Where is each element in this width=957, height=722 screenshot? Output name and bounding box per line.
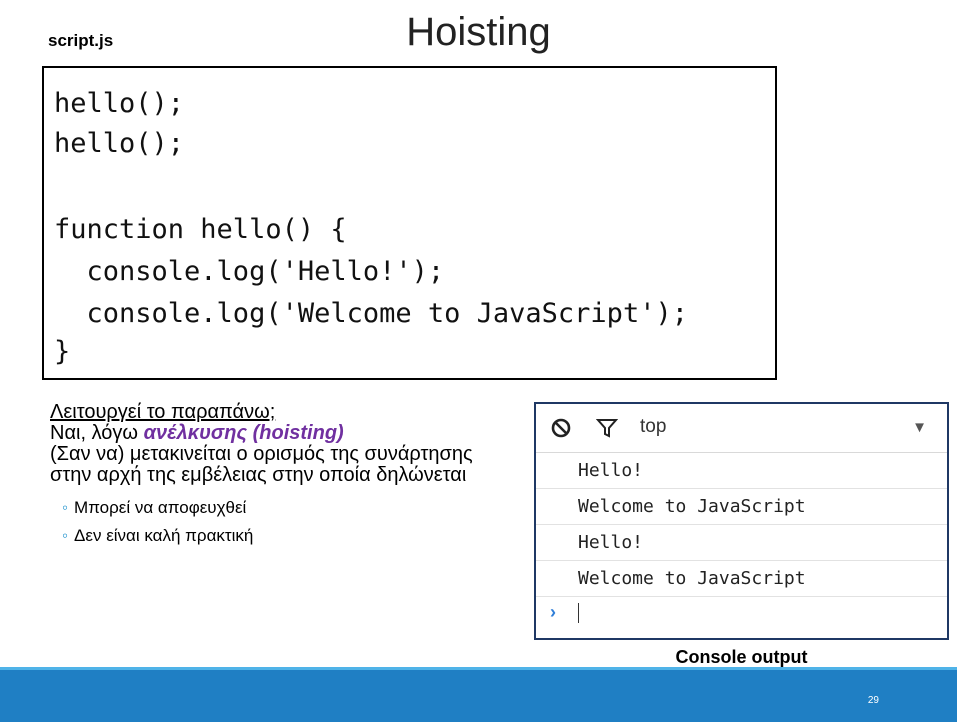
bullet-item: ◦ Μπορεί να αποφευχθεί xyxy=(50,494,510,522)
code-block: hello(); hello(); function hello() { con… xyxy=(42,66,777,380)
code-line: hello(); xyxy=(54,128,185,159)
bullet-item: ◦ Δεν είναι καλή πρακτική xyxy=(50,522,510,550)
bullet-text: Δεν είναι καλή πρακτική xyxy=(74,526,254,545)
console-log-line: Welcome to JavaScript xyxy=(536,561,947,597)
notes-answer: Ναι, λόγω ανέλκυσης (hoisting) xyxy=(50,423,510,444)
code-line: console.log('Hello!'); xyxy=(54,256,445,287)
code-line: console.log('Welcome to JavaScript'); xyxy=(54,298,688,329)
slide-title: Hoisting xyxy=(406,10,551,54)
notes-bullets: ◦ Μπορεί να αποφευχθεί ◦ Δεν είναι καλή πρ… xyxy=(50,494,510,550)
answer-prefix: Ναι, λόγω xyxy=(50,422,144,444)
console-log-line: Welcome to JavaScript xyxy=(536,489,947,525)
answer-highlight: ανέλκυσης (hoisting) xyxy=(143,422,344,444)
log-text: Welcome to JavaScript xyxy=(578,496,806,517)
notes-explanation: (Σαν να) μετακινείται ο ορισμός της συνά… xyxy=(50,443,473,486)
console-log-line: Hello! xyxy=(536,453,947,489)
dropdown-arrow-icon[interactable]: ▼ xyxy=(912,419,927,436)
log-text: Welcome to JavaScript xyxy=(578,568,806,589)
slide-footer: 29 xyxy=(0,670,957,722)
code-line: function hello() { xyxy=(54,214,347,245)
console-panel: top ▼ Hello! Welcome to JavaScript Hello… xyxy=(534,402,949,640)
bullet-icon: ◦ xyxy=(62,526,69,545)
page-number: 29 xyxy=(867,695,879,706)
log-text: Hello! xyxy=(578,460,644,481)
code-line: } xyxy=(54,336,71,367)
bullet-icon: ◦ xyxy=(62,498,69,517)
log-text: Hello! xyxy=(578,532,644,553)
console-toolbar: top ▼ xyxy=(536,404,947,453)
bullet-text: Μπορεί να αποφευχθεί xyxy=(74,498,247,517)
filter-icon[interactable] xyxy=(595,417,619,444)
console-prompt[interactable]: › xyxy=(536,597,947,631)
console-caption: Console output xyxy=(675,647,808,667)
code-line: hello(); xyxy=(54,88,185,119)
context-selector[interactable]: top xyxy=(640,416,666,438)
text-caret xyxy=(578,603,579,623)
notes-question: Λειτουργεί το παραπάνω; xyxy=(50,401,276,423)
console-log-line: Hello! xyxy=(536,525,947,561)
notes-text: Λειτουργεί το παραπάνω; Ναι, λόγω ανέλκυ… xyxy=(50,402,510,550)
prompt-chevron-icon: › xyxy=(550,602,556,622)
clear-console-icon[interactable] xyxy=(550,417,572,444)
